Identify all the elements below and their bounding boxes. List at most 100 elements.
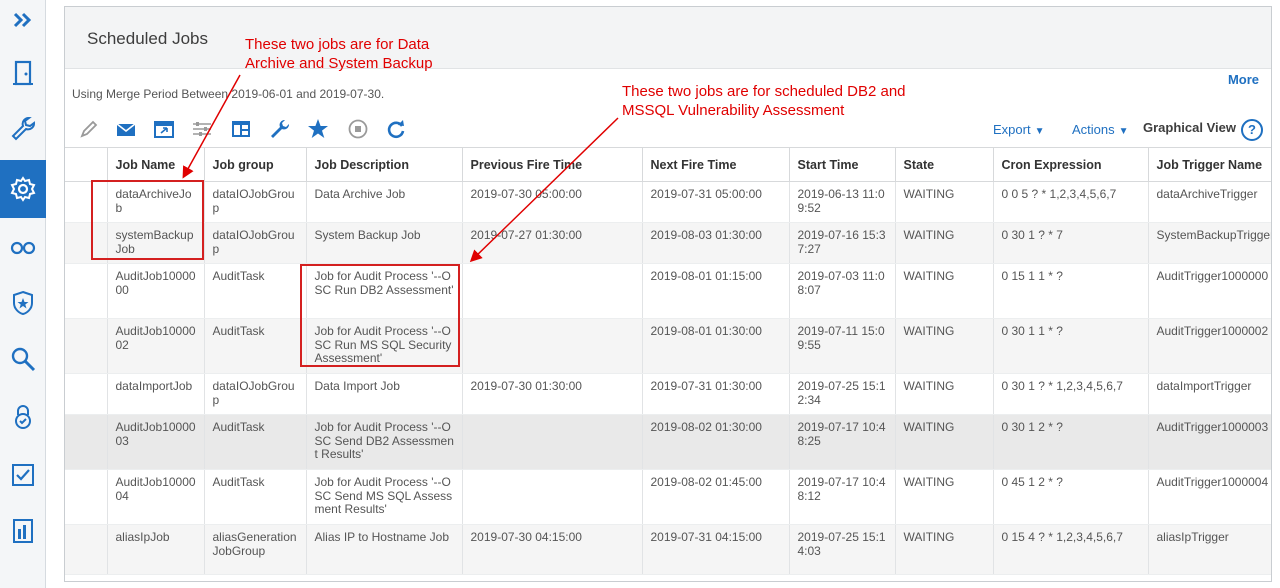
table-cell: dataImportTrigger <box>1148 373 1271 415</box>
table-cell: 0 30 1 2 * ? <box>993 414 1149 470</box>
table-cell: 2019-07-16 15:37:27 <box>789 222 896 264</box>
table-cell: aliasGenerationJobGroup <box>204 524 307 575</box>
table-cell: 2019-07-31 05:00:00 <box>642 181 790 223</box>
table-cell: 0 15 4 ? * 1,2,3,4,5,6,7 <box>993 524 1149 575</box>
star-icon[interactable] <box>306 117 330 141</box>
jobs-table: Job Name Job group Job Description Previ… <box>65 147 1271 575</box>
table-cell: 2019-07-30 05:00:00 <box>462 181 643 223</box>
table-row[interactable]: aliasIpJob aliasGenerationJobGroup Alias… <box>65 524 1271 575</box>
actions-menu[interactable]: Actions ▼ <box>1072 122 1129 137</box>
table-row[interactable]: AuditJob1000000 AuditTask Job for Audit … <box>65 263 1271 319</box>
tool-wrench-icon[interactable] <box>268 117 292 141</box>
table-cell: dataIOJobGroup <box>204 222 307 264</box>
table-cell: 2019-08-02 01:45:00 <box>642 469 790 525</box>
table-cell: WAITING <box>895 222 994 264</box>
row-select-cell[interactable] <box>65 469 108 525</box>
checklist-icon[interactable] <box>0 450 46 500</box>
glasses-icon[interactable] <box>0 222 46 272</box>
highlight-box-descriptions <box>300 264 460 367</box>
help-icon[interactable]: ? <box>1241 119 1263 141</box>
table-cell: 2019-07-11 15:09:55 <box>789 318 896 374</box>
table-cell: AuditJob1000004 <box>107 469 205 525</box>
table-cell: 2019-07-30 04:15:00 <box>462 524 643 575</box>
table-cell: AuditJob1000002 <box>107 318 205 374</box>
table-cell: AuditJob1000000 <box>107 263 205 319</box>
row-select-cell[interactable] <box>65 524 108 575</box>
table-row[interactable]: dataArchiveJob dataIOJobGroup Data Archi… <box>65 181 1271 223</box>
table-cell: 2019-06-13 11:09:52 <box>789 181 896 223</box>
table-cell: AuditTask <box>204 318 307 374</box>
table-cell: AuditTrigger1000000 <box>1148 263 1271 319</box>
table-cell: 0 15 1 1 * ? <box>993 263 1149 319</box>
column-header[interactable]: Previous Fire Time <box>462 147 643 182</box>
report-icon[interactable] <box>0 506 46 556</box>
table-cell: dataIOJobGroup <box>204 181 307 223</box>
gear-icon[interactable] <box>0 160 46 218</box>
table-cell: 2019-07-17 10:48:25 <box>789 414 896 470</box>
table-cell: AuditTask <box>204 414 307 470</box>
actions-label: Actions <box>1072 122 1115 137</box>
table-row[interactable]: systemBackupJob dataIOJobGroup System Ba… <box>65 222 1271 264</box>
merge-period-text: Using Merge Period Between 2019-06-01 an… <box>72 87 385 101</box>
table-cell: Job for Audit Process '--OSC Send DB2 As… <box>306 414 463 470</box>
table-cell: 0 30 1 ? * 7 <box>993 222 1149 264</box>
table-row[interactable]: AuditJob1000002 AuditTask Job for Audit … <box>65 318 1271 374</box>
wrench-icon[interactable] <box>0 103 46 153</box>
table-cell: 2019-08-01 01:30:00 <box>642 318 790 374</box>
expand-icon[interactable] <box>0 0 46 40</box>
table-cell: AuditTask <box>204 469 307 525</box>
jobs-table-container: Job Name Job group Job Description Previ… <box>65 147 1271 581</box>
column-header[interactable]: Cron Expression <box>993 147 1149 182</box>
table-cell: Data Import Job <box>306 373 463 415</box>
row-select-cell[interactable] <box>65 373 108 415</box>
table-row[interactable]: AuditJob1000004 AuditTask Job for Audit … <box>65 469 1271 525</box>
table-cell: 2019-07-30 01:30:00 <box>462 373 643 415</box>
table-header-row: Job Name Job group Job Description Previ… <box>65 147 1271 182</box>
pencil-icon[interactable] <box>77 117 101 141</box>
window-icon[interactable] <box>152 117 176 141</box>
table-cell: System Backup Job <box>306 222 463 264</box>
row-select-cell[interactable] <box>65 414 108 470</box>
table-cell: 0 45 1 2 * ? <box>993 469 1149 525</box>
table-cell: 2019-07-27 01:30:00 <box>462 222 643 264</box>
shield-star-icon[interactable] <box>0 278 46 328</box>
table-cell: WAITING <box>895 414 994 470</box>
table-cell: 0 30 1 1 * ? <box>993 318 1149 374</box>
door-icon[interactable] <box>0 48 46 98</box>
refresh-icon[interactable] <box>384 117 408 141</box>
lock-icon[interactable] <box>0 392 46 442</box>
table-cell <box>462 263 643 319</box>
table-cell: 2019-07-31 01:30:00 <box>642 373 790 415</box>
column-header[interactable]: Job Trigger Name <box>1148 147 1271 182</box>
table-row[interactable]: dataImportJob dataIOJobGroup Data Import… <box>65 373 1271 415</box>
layout-icon[interactable] <box>229 117 253 141</box>
table-cell: dataArchiveTrigger <box>1148 181 1271 223</box>
table-cell: 2019-07-25 15:12:34 <box>789 373 896 415</box>
column-header[interactable]: Start Time <box>789 147 896 182</box>
graphical-view-link[interactable]: Graphical View <box>1143 120 1236 135</box>
table-cell: aliasIpTrigger <box>1148 524 1271 575</box>
sliders-icon[interactable] <box>190 117 214 141</box>
export-menu[interactable]: Export ▼ <box>993 122 1044 137</box>
annotation-note-assessment: These two jobs are for scheduled DB2 and… <box>622 83 906 119</box>
table-cell: 2019-08-02 01:30:00 <box>642 414 790 470</box>
table-cell: Job for Audit Process '--OSC Send MS SQL… <box>306 469 463 525</box>
column-header[interactable]: Job group <box>204 147 307 182</box>
table-cell <box>462 469 643 525</box>
table-cell: WAITING <box>895 373 994 415</box>
stop-icon[interactable] <box>346 117 370 141</box>
search-icon[interactable] <box>0 334 46 384</box>
more-link[interactable]: More <box>1228 72 1259 87</box>
table-cell: 2019-08-01 01:15:00 <box>642 263 790 319</box>
mail-icon[interactable] <box>114 117 138 141</box>
column-header[interactable]: Job Description <box>306 147 463 182</box>
table-row[interactable]: AuditJob1000003 AuditTask Job for Audit … <box>65 414 1271 470</box>
table-cell: dataImportJob <box>107 373 205 415</box>
column-header[interactable]: Job Name <box>107 147 205 182</box>
highlight-box-jobs <box>91 180 204 260</box>
row-select-cell[interactable] <box>65 318 108 374</box>
row-select-cell[interactable] <box>65 263 108 319</box>
column-header[interactable]: Next Fire Time <box>642 147 790 182</box>
column-header[interactable]: State <box>895 147 994 182</box>
export-label: Export <box>993 122 1031 137</box>
